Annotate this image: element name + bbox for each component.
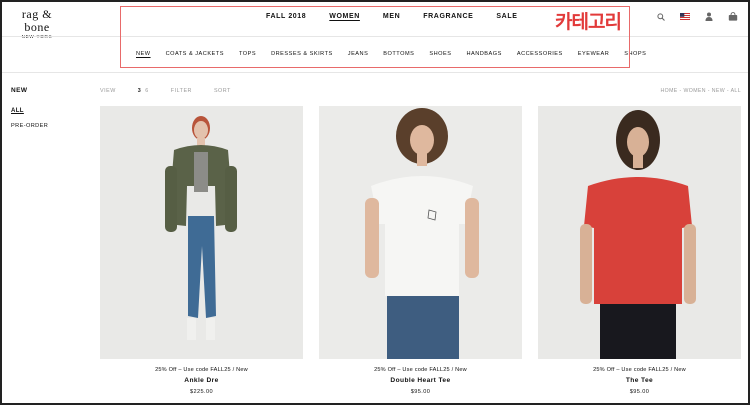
search-icon[interactable] [657, 12, 665, 21]
logo-wordmark: rag & bone [21, 7, 53, 34]
product-price: $95.00 [410, 389, 431, 395]
product-card[interactable]: 25% Off – Use code FALL25 / New Ankle Dr… [100, 106, 303, 395]
view-option-6[interactable]: 6 [145, 88, 149, 94]
logo-subtitle: NEW YORK [11, 34, 63, 40]
listing-toolbar: VIEW 3 6 FILTER SORT [100, 88, 231, 94]
product-price: $225.00 [189, 389, 214, 395]
bag-icon[interactable] [728, 12, 738, 21]
account-icon[interactable] [705, 12, 713, 21]
toolbar-spacer [153, 88, 167, 94]
sidebar-title: NEW [11, 87, 28, 94]
product-name[interactable]: Ankle Dre [100, 377, 303, 384]
subnav-divider [2, 72, 748, 73]
toolbar-spacer [196, 88, 210, 94]
header-icons [657, 12, 738, 21]
product-name[interactable]: Double Heart Tee [319, 377, 522, 384]
toolbar-spacer [120, 88, 134, 94]
product-promo: 25% Off – Use code FALL25 / New [155, 367, 248, 373]
product-card[interactable]: 25% Off – Use code FALL25 / New The Tee … [538, 106, 741, 395]
product-promo: 25% Off – Use code FALL25 / New [593, 367, 686, 373]
us-flag-icon[interactable] [680, 13, 690, 20]
product-image[interactable] [538, 106, 741, 359]
product-price: $95.00 [629, 389, 650, 395]
view-option-3[interactable]: 3 [138, 88, 142, 94]
sidebar-item-all[interactable]: ALL [11, 108, 24, 114]
product-promo: 25% Off – Use code FALL25 / New [374, 367, 467, 373]
breadcrumb: HOME - WOMEN - NEW - ALL [660, 88, 741, 94]
product-name[interactable]: The Tee [538, 377, 741, 384]
category-annotation-box [120, 6, 630, 68]
product-card[interactable]: 25% Off – Use code FALL25 / New Double H… [319, 106, 522, 395]
view-label: VIEW [100, 88, 116, 94]
product-image[interactable] [319, 106, 522, 359]
sidebar-item-pre-order[interactable]: PRE-ORDER [11, 123, 48, 129]
sort-button[interactable]: SORT [214, 88, 231, 94]
filter-button[interactable]: FILTER [171, 88, 192, 94]
product-image[interactable] [100, 106, 303, 359]
